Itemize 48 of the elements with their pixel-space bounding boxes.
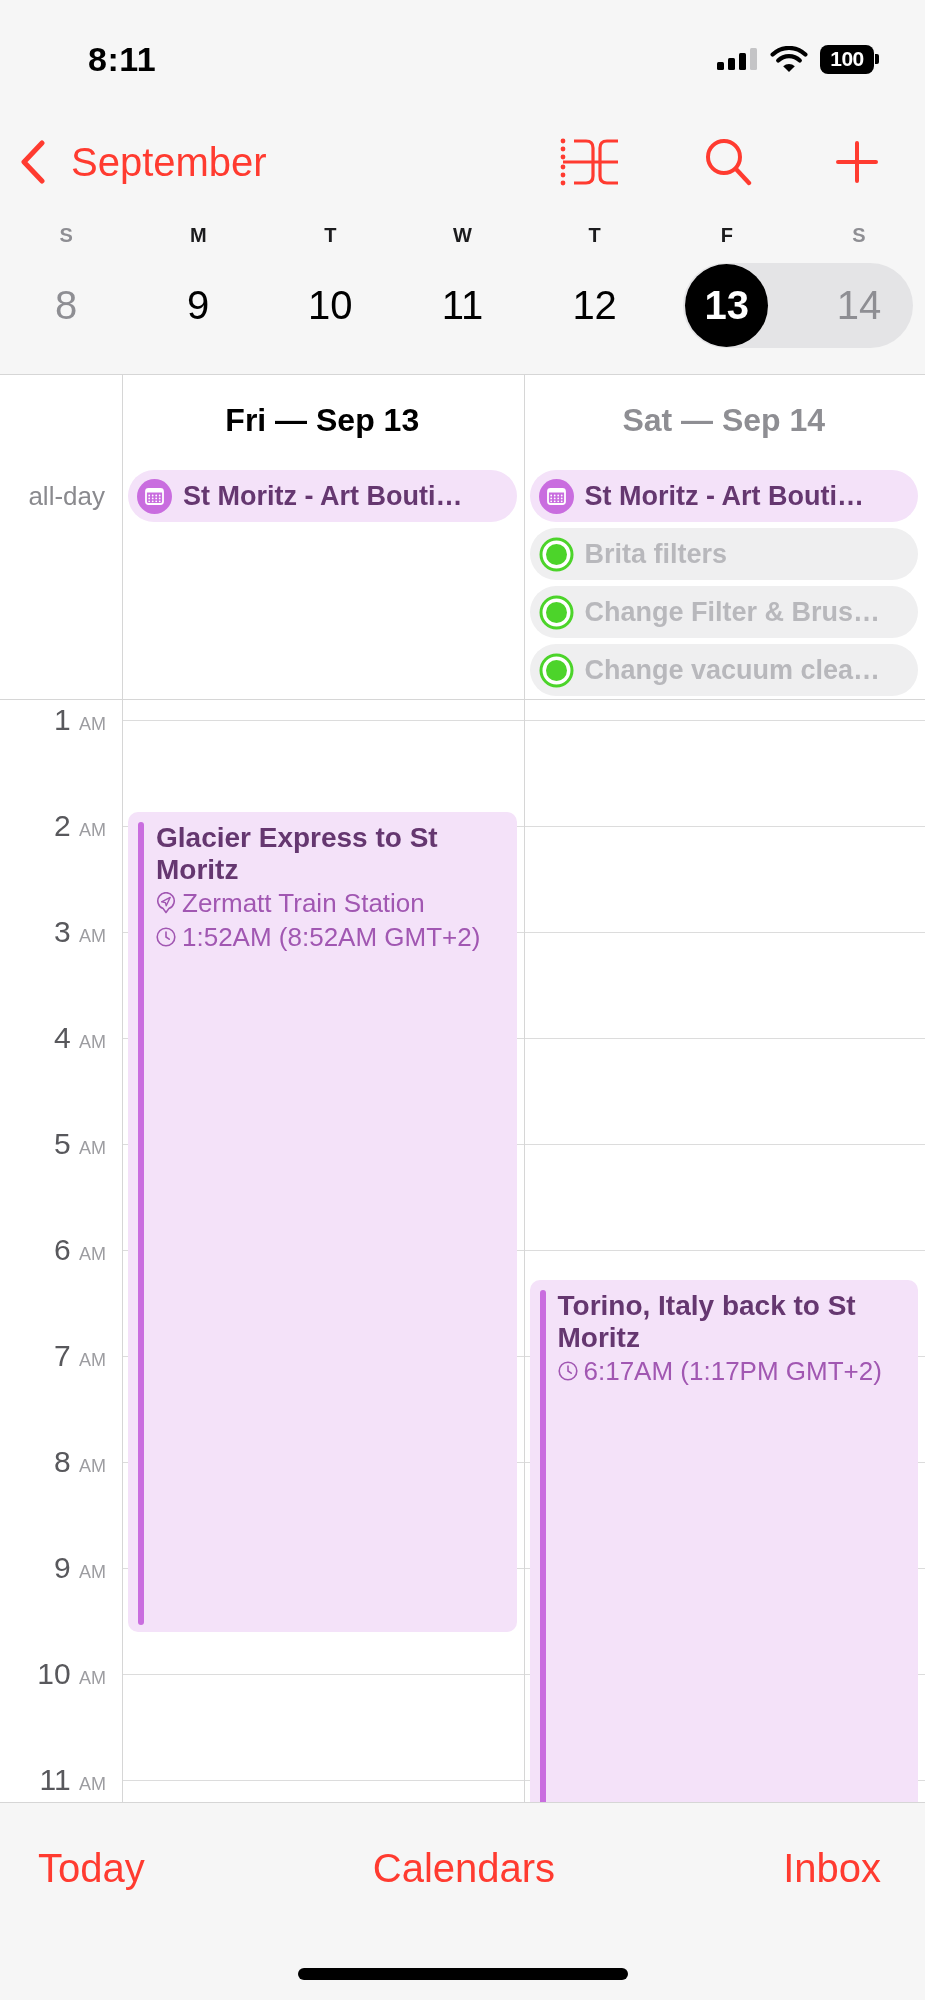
all-day-label: all-day: [28, 480, 105, 513]
weekday-letter: S: [852, 223, 866, 248]
location-icon: [156, 892, 176, 914]
day-number[interactable]: 9: [156, 264, 240, 347]
event-title: Glacier Express to St Moritz: [156, 822, 439, 886]
hour-label: 5 AM: [53, 1126, 106, 1162]
hour-label: 10 AM: [37, 1656, 106, 1692]
day-number[interactable]: 11: [421, 264, 504, 347]
day-number[interactable]: 12: [553, 264, 637, 347]
status-time: 8:11: [88, 39, 157, 79]
event-time: 6:17AM (1:17PM GMT+2): [583, 1355, 882, 1388]
weekday-letter: W: [453, 223, 472, 248]
weekday-letter: T: [324, 223, 337, 248]
signal-icon: [717, 48, 758, 70]
dotted-brackets-icon[interactable]: [560, 138, 620, 186]
weekday-letter: F: [720, 223, 733, 248]
weekday-letter: S: [59, 223, 73, 248]
filled-circle-icon[interactable]: [538, 594, 574, 630]
hour-label: 11 AM: [39, 1762, 106, 1798]
hour-label: 3 AM: [53, 914, 106, 950]
hour-label: 8 AM: [53, 1444, 106, 1480]
day-number[interactable]: 10: [288, 264, 372, 347]
battery-indicator: 100: [820, 44, 879, 74]
hour-label: 4 AM: [53, 1020, 106, 1056]
calendar-event[interactable]: Glacier Express to St Moritz Zermatt Train Station 1:52AM (8:52AM GMT+2): [128, 812, 517, 1632]
hour-label: 6 AM: [53, 1232, 106, 1268]
hour-label: 2 AM: [53, 808, 106, 844]
add-icon[interactable]: [836, 141, 878, 183]
wifi-icon: [770, 45, 808, 73]
back-chevron-icon: [20, 140, 46, 184]
hour-label: 9 AM: [53, 1550, 106, 1586]
event-time: 1:52AM (8:52AM GMT+2): [182, 921, 481, 954]
clock-icon: [557, 1361, 578, 1381]
event-location: Zermatt Train Station: [182, 887, 425, 920]
all-day-item[interactable]: St Moritz - Art Bouti…: [529, 470, 918, 522]
search-icon[interactable]: [704, 137, 752, 187]
day-header: Fri — Sep 13: [225, 401, 420, 440]
weekday-letter: M: [189, 223, 207, 248]
hour-label: 1 AM: [53, 702, 106, 738]
day-header: Sat — Sep 14: [622, 401, 826, 440]
event-title: Torino, Italy back to St Moritz: [557, 1290, 857, 1354]
all-day-item[interactable]: St Moritz - Art Bouti…: [128, 470, 517, 522]
filled-circle-icon[interactable]: [538, 536, 574, 572]
clock-icon: [156, 927, 176, 947]
filled-circle-icon[interactable]: [538, 652, 574, 688]
hour-label: 7 AM: [53, 1338, 106, 1374]
calendar-event[interactable]: Torino, Italy back to St Moritz 6:17AM (1:17PM GMT+2): [529, 1280, 918, 1802]
weekday-letter: T: [588, 223, 601, 248]
